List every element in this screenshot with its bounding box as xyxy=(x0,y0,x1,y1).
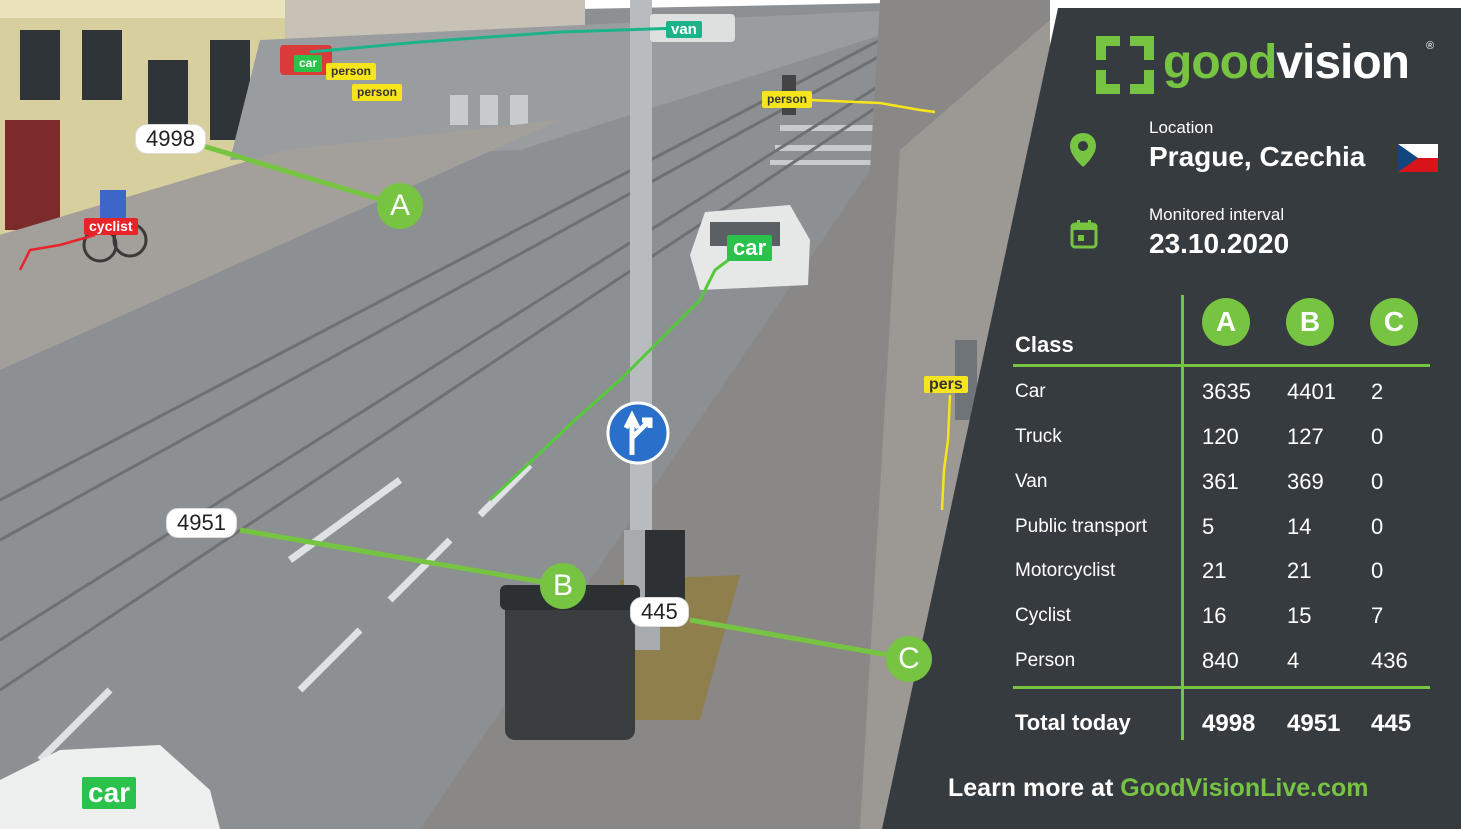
table-cell: 0 xyxy=(1371,469,1384,494)
detection-tag-person: person xyxy=(352,84,403,101)
table-cell: 840 xyxy=(1202,648,1239,673)
table-cell: 0 xyxy=(1371,558,1384,583)
table-cell: 2 xyxy=(1371,379,1384,404)
brand-logo: goodvision xyxy=(1163,36,1410,89)
detection-tag-car: car xyxy=(294,55,323,72)
street-camera-view xyxy=(0,0,1461,829)
line-marker-a[interactable]: A xyxy=(377,183,423,229)
learn-more-link[interactable]: GoodVisionLive.com xyxy=(1120,774,1368,802)
detection-tag-person: person xyxy=(762,91,813,108)
table-cell: 15 xyxy=(1287,603,1312,628)
learn-more-footer: Learn more at GoodVisionLive.com xyxy=(948,774,1368,803)
table-cell: 436 xyxy=(1371,648,1408,673)
row-label-motorcyclist: Motorcyclist xyxy=(1015,560,1116,581)
registered-mark: ® xyxy=(1426,40,1435,52)
count-label-b: 4951 xyxy=(166,508,237,538)
table-cell: 4401 xyxy=(1287,379,1336,404)
location-pin-icon xyxy=(1070,133,1096,167)
column-header-a: A xyxy=(1202,298,1250,346)
table-cell: 4 xyxy=(1287,648,1300,673)
table-cell: 7 xyxy=(1371,603,1384,628)
row-label-public-transport: Public transport xyxy=(1015,516,1148,537)
row-label-car: Car xyxy=(1015,381,1046,402)
interval-value: 23.10.2020 xyxy=(1149,228,1290,259)
table-cell: 127 xyxy=(1287,424,1324,449)
interval-label: Monitored interval xyxy=(1149,205,1285,224)
column-header-b: B xyxy=(1286,298,1334,346)
detection-tag-van: van xyxy=(666,21,702,38)
row-label-van: Van xyxy=(1015,471,1048,492)
class-column-header: Class xyxy=(1015,332,1074,357)
detection-tag-person: pers xyxy=(924,376,968,393)
video-stage: 4998 4951 445 A B C car person person pe… xyxy=(0,0,1461,829)
table-cell: 16 xyxy=(1202,603,1227,628)
total-cell-a: 4998 xyxy=(1202,710,1256,737)
table-cell: 14 xyxy=(1287,514,1312,539)
detection-tag-person: person xyxy=(326,63,377,80)
table-cell: 0 xyxy=(1371,424,1384,449)
row-label-truck: Truck xyxy=(1015,426,1062,447)
location-label: Location xyxy=(1149,118,1214,137)
detection-tag-cyclist: cyclist xyxy=(84,218,138,235)
total-cell-b: 4951 xyxy=(1287,710,1341,737)
table-cell: 21 xyxy=(1287,558,1312,583)
table-cell: 5 xyxy=(1202,514,1215,539)
calendar-icon xyxy=(1070,220,1098,249)
row-label-person: Person xyxy=(1015,650,1076,671)
row-label-cyclist: Cyclist xyxy=(1015,605,1071,626)
table-divider-vertical xyxy=(1181,295,1184,740)
location-value: Prague, Czechia xyxy=(1149,141,1366,172)
table-cell: 369 xyxy=(1287,469,1324,494)
column-header-c: C xyxy=(1370,298,1418,346)
czech-flag-icon xyxy=(1398,144,1438,172)
detection-tag-car: car xyxy=(727,235,773,261)
total-today-label: Total today xyxy=(1015,710,1131,735)
learn-more-prefix: Learn more at xyxy=(948,774,1121,802)
table-divider-top xyxy=(1013,364,1430,367)
goodvision-logo-icon xyxy=(1096,36,1154,94)
table-cell: 120 xyxy=(1202,424,1239,449)
table-cell: 0 xyxy=(1371,514,1384,539)
total-cell-c: 445 xyxy=(1371,710,1412,737)
line-marker-c[interactable]: C xyxy=(886,636,932,682)
count-label-c: 445 xyxy=(630,597,689,627)
waste-container xyxy=(505,590,635,740)
table-divider-bottom xyxy=(1013,686,1430,689)
count-label-a: 4998 xyxy=(135,124,206,154)
detection-tag-car: car xyxy=(82,777,137,809)
table-cell: 3635 xyxy=(1202,379,1251,404)
line-marker-b[interactable]: B xyxy=(540,563,586,609)
table-cell: 361 xyxy=(1202,469,1239,494)
table-cell: 21 xyxy=(1202,558,1227,583)
